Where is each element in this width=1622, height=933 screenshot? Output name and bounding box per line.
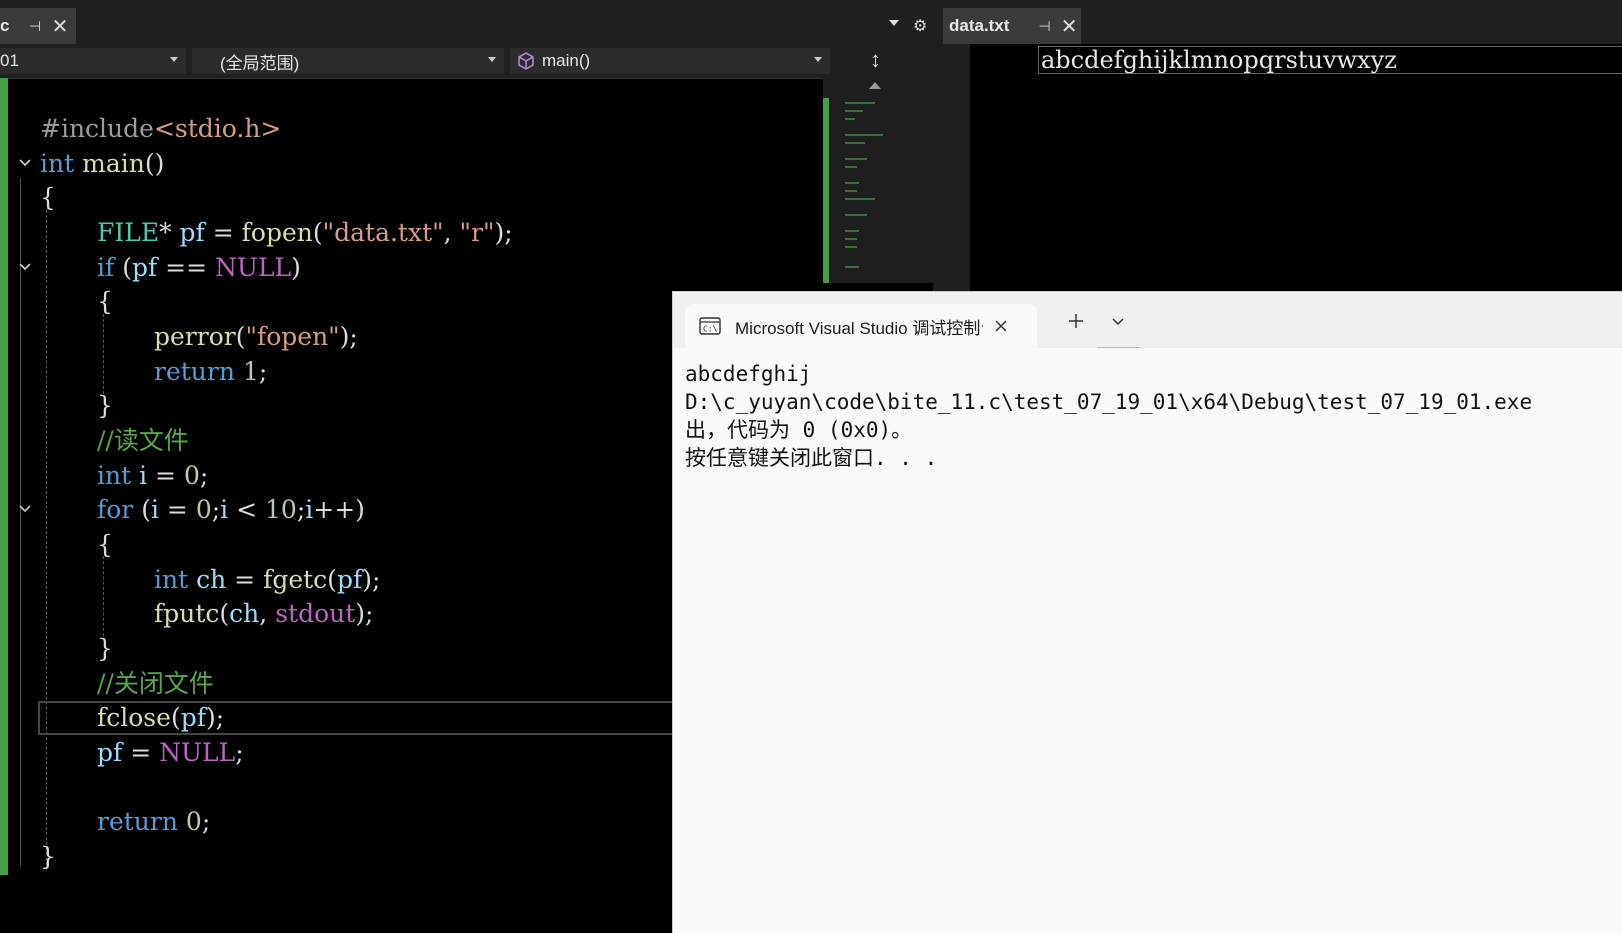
code-line: return 0; <box>97 807 211 836</box>
indent-guide <box>103 314 104 394</box>
console-output[interactable]: abcdefghij D:\c_yuyan\code\bite_11.c\test… <box>685 360 1532 472</box>
change-tracking-bar <box>0 78 8 875</box>
code-line: //关闭文件 <box>97 669 214 698</box>
code-line: return 1; <box>154 357 268 386</box>
minimap-line <box>845 134 883 136</box>
pin-icon[interactable]: ⊣ <box>22 18 48 35</box>
code-line: #include<stdio.h> <box>40 114 282 143</box>
code-line: FILE* pf = fopen("data.txt", "r"); <box>97 218 513 247</box>
tab-data-txt[interactable]: data.txt ⊣ ✕ <box>943 8 1081 44</box>
gear-icon[interactable]: ⚙ <box>913 16 927 36</box>
console-tab-bar: C:\ Microsoft Visual Studio 调试控制台 <box>673 292 1622 348</box>
minimap-change-bar <box>823 98 829 283</box>
minimap-line <box>845 198 875 200</box>
minimap-line <box>845 158 867 160</box>
document-tab-strip: ⚙ data.txt ⊣ ✕ <box>889 0 1622 44</box>
cube-icon <box>518 52 534 70</box>
console-tab[interactable]: C:\ Microsoft Visual Studio 调试控制台 <box>685 304 1037 348</box>
scope-dropdown-value: (全局范围) <box>220 53 300 73</box>
code-line: fclose(pf); <box>97 703 225 732</box>
code-line: //读文件 <box>97 426 189 455</box>
console-line: abcdefghij <box>685 362 812 386</box>
code-line: } <box>40 842 56 871</box>
project-dropdown[interactable]: 01 <box>0 48 186 74</box>
chevron-down-icon[interactable] <box>1109 312 1127 330</box>
code-line: } <box>97 391 113 420</box>
new-tab-plus-icon[interactable] <box>1065 310 1087 332</box>
minimap-line <box>845 266 859 268</box>
code-line: if (pf == NULL) <box>97 253 301 282</box>
editor-tab-strip: c ⊣ ✕ <box>0 0 933 44</box>
minimap-line <box>845 166 857 168</box>
navigation-bar: 01 (全局范围) main() ↕ <box>0 44 933 79</box>
indent-guide <box>46 210 47 870</box>
collapse-icon[interactable] <box>19 261 31 273</box>
code-line: { <box>97 530 113 559</box>
indent-guide <box>103 556 104 636</box>
minimap-line <box>845 238 857 240</box>
code-line: fputc(ch, stdout); <box>154 599 374 628</box>
console-tab-title: Microsoft Visual Studio 调试控制台 <box>735 318 983 338</box>
project-dropdown-value: 01 <box>0 51 19 70</box>
minimap-line <box>845 110 863 112</box>
console-line: 按任意键关闭此窗口. . . <box>685 446 938 470</box>
pin-icon[interactable]: ⊣ <box>1032 18 1058 35</box>
collapse-icon[interactable] <box>19 157 31 169</box>
minimap-line <box>845 190 857 192</box>
tab-source-file[interactable]: c ⊣ ✕ <box>0 8 76 44</box>
chevron-down-icon <box>170 57 178 62</box>
close-icon[interactable]: ✕ <box>1057 14 1081 39</box>
code-line: int ch = fgetc(pf); <box>154 565 381 594</box>
console-icon: C:\ <box>699 317 721 335</box>
fold-line <box>20 178 21 866</box>
function-dropdown[interactable]: main() <box>510 48 830 74</box>
minimap-line <box>845 182 859 184</box>
close-icon[interactable]: ✕ <box>48 14 72 39</box>
minimap-line <box>845 246 857 248</box>
tab-data-txt-label: data.txt <box>949 16 1010 35</box>
tab-bar-divider <box>1097 347 1141 348</box>
chevron-down-icon <box>814 57 822 62</box>
svg-text:C:\: C:\ <box>703 325 718 334</box>
minimap-line <box>845 142 865 144</box>
minimap-line <box>845 230 859 232</box>
scroll-up-arrow-icon[interactable] <box>869 82 881 89</box>
code-line: pf = NULL; <box>97 738 244 767</box>
code-line: for (i = 0;i < 10;i++) <box>97 495 365 524</box>
minimap-line <box>845 214 867 216</box>
function-dropdown-value: main() <box>542 51 591 70</box>
tab-list-dropdown-icon[interactable] <box>889 20 899 26</box>
tab-source-file-label: c <box>0 16 10 35</box>
minimap-line <box>845 118 855 120</box>
chevron-down-icon <box>488 57 496 62</box>
code-line: { <box>97 287 113 316</box>
close-icon[interactable] <box>991 316 1011 336</box>
code-line: } <box>97 634 113 663</box>
code-line: int i = 0; <box>97 461 209 490</box>
scope-dropdown[interactable]: (全局范围) <box>192 48 504 74</box>
console-line: 出，代码为 0 (0x0)。 <box>685 418 913 442</box>
debug-console-window: C:\ Microsoft Visual Studio 调试控制台 abcdef… <box>672 291 1622 933</box>
code-line: { <box>40 183 56 212</box>
split-window-icon[interactable]: ↕ <box>870 48 881 72</box>
data-file-line: abcdefghijklmnopqrstuvwxyz <box>1038 46 1622 74</box>
collapse-icon[interactable] <box>19 503 31 515</box>
console-line: D:\c_yuyan\code\bite_11.c\test_07_19_01\… <box>685 390 1533 414</box>
code-line: int main() <box>40 149 165 178</box>
code-minimap[interactable] <box>823 78 933 283</box>
minimap-line <box>845 102 875 104</box>
code-line: perror("fopen"); <box>154 322 358 351</box>
